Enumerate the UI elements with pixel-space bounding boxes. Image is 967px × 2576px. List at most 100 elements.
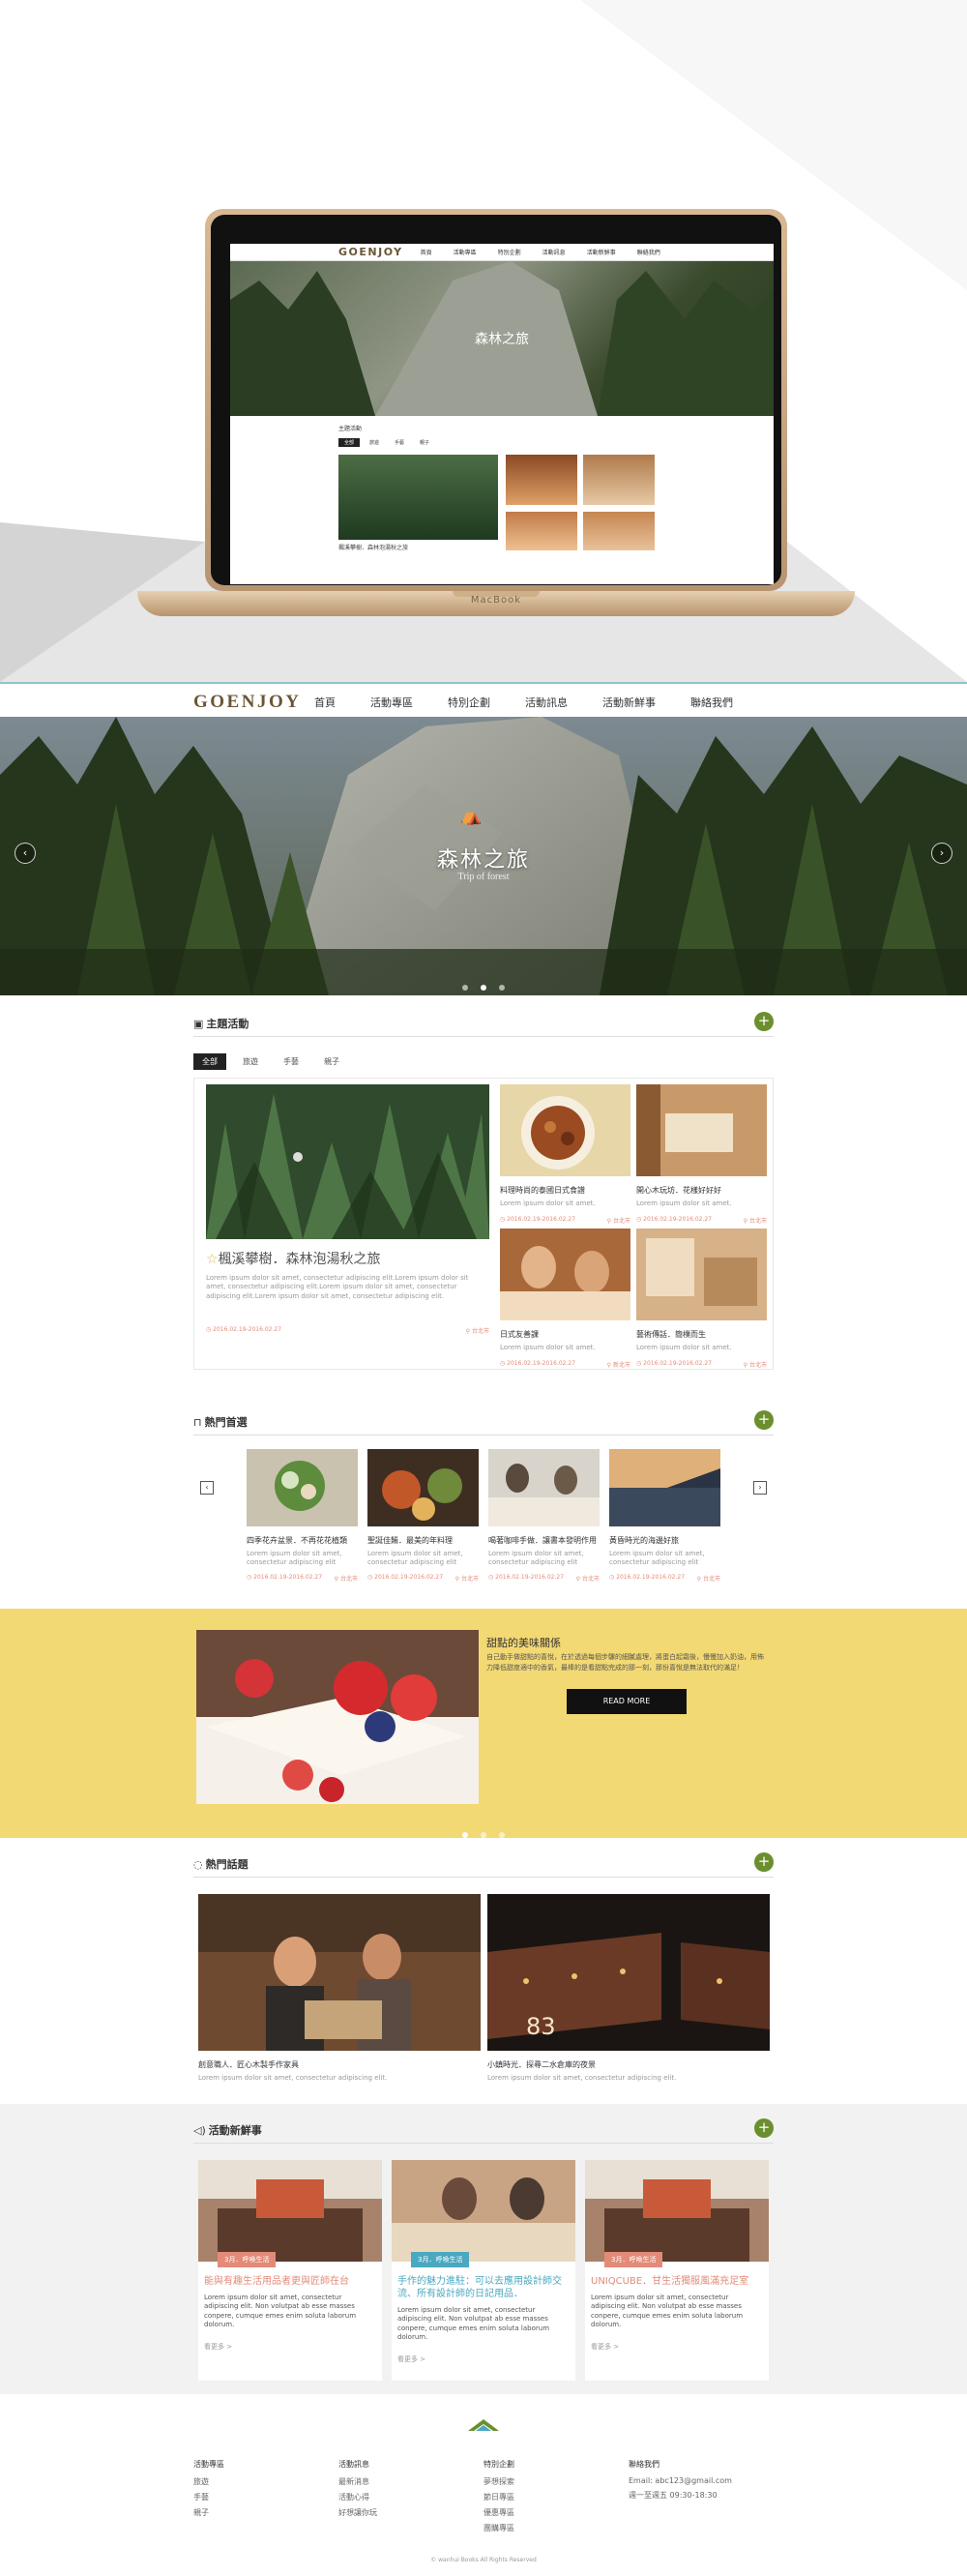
featured-card[interactable]: 料理時尚的泰國日式食譜 Lorem ipsum dolor sit amet. … <box>500 1084 630 1225</box>
banner-prev-button[interactable]: ‹ <box>15 843 36 864</box>
banner-next-button[interactable]: › <box>931 843 952 864</box>
nav-item-home[interactable]: 首頁 <box>314 695 336 710</box>
laptop-screen: GOENJOY 首頁 活動專區 特別企劃 活動訊息 活動新鮮事 聯絡我們 森林之… <box>230 244 774 584</box>
promo-image <box>196 1630 479 1804</box>
banner-dot[interactable] <box>499 985 506 991</box>
featured-main-date: 2016.02.19-2016.02.27 <box>213 1326 282 1334</box>
footer-link[interactable]: 節日專區 <box>484 2492 514 2502</box>
featured-card[interactable]: 開心木玩坊．花樣好好好 Lorem ipsum dolor sit amet. … <box>636 1084 767 1225</box>
popular-prev-button[interactable]: ‹ <box>200 1481 214 1495</box>
nav-item-special[interactable]: 特別企劃 <box>448 695 490 710</box>
popular-card-desc: Lorem ipsum dolor sit amet, consectetur … <box>247 1550 342 1567</box>
footer-link[interactable]: 夢想探索 <box>484 2476 514 2487</box>
footer-col-special: 特別企劃 夢想探索 節日專區 優惠專區 團購專區 <box>484 2459 514 2538</box>
promo-dot[interactable] <box>481 1832 486 1838</box>
footer-link[interactable]: 團購專區 <box>484 2523 514 2533</box>
popular-card-date: 2016.02.19-2016.02.27 <box>495 1573 565 1581</box>
nav-item-activities[interactable]: 活動專區 <box>370 695 413 710</box>
featured-card-desc: Lorem ipsum dolor sit amet. <box>636 1344 732 1351</box>
popular-header: ⊓ 熱門首選 + <box>193 1410 774 1436</box>
featured-card-title: 料理時尚的泰國日式食譜 <box>500 1186 585 1195</box>
chat-icon: ◌ <box>193 1858 203 1871</box>
footer-link[interactable]: 手藝 <box>193 2492 224 2502</box>
footer-heading: 特別企劃 <box>484 2460 514 2469</box>
featured-main-card[interactable]: ☆楓溪攀樹．森林泡湯秋之旅 Lorem ipsum dolor sit amet… <box>206 1084 489 1335</box>
popular-card-title: 四季花卉盆景．不再花花植類 <box>247 1536 347 1545</box>
promo-dot[interactable] <box>499 1832 506 1838</box>
footer-link[interactable]: 最新消息 <box>338 2476 377 2487</box>
tab-travel[interactable]: 旅遊 <box>234 1053 267 1070</box>
topic-card[interactable]: 創意職人．匠心木製手作家具 Lorem ipsum dolor sit amet… <box>198 1894 481 2083</box>
promo-dot[interactable] <box>461 1832 468 1838</box>
bookmark-icon: ⊓ <box>193 1416 202 1429</box>
mini-feature-title: 楓溪攀樹．森林泡湯秋之旅 <box>338 545 409 551</box>
popular-card[interactable]: 四季花卉盆景．不再花花植類 Lorem ipsum dolor sit amet… <box>247 1449 358 1583</box>
featured-card-location: 新北市 <box>612 1362 630 1370</box>
popular-card-title: 聖誕佳餚．最美的年料理 <box>367 1536 453 1545</box>
news-card-text: Lorem ipsum dolor sit amet, consectetur … <box>591 2294 744 2329</box>
site-logo[interactable]: GOENJOY <box>193 692 301 713</box>
news-card-text: Lorem ipsum dolor sit amet, consectetur … <box>397 2306 550 2342</box>
footer-link[interactable]: 親子 <box>193 2507 224 2518</box>
popular-card-title: 喝著咖啡手做．讓書本發明作用 <box>488 1536 597 1545</box>
nav-item-contact[interactable]: 聯絡我們 <box>690 695 733 710</box>
banner-dot[interactable] <box>461 985 468 991</box>
featured-main-image <box>206 1084 489 1239</box>
popular-card-desc: Lorem ipsum dolor sit amet, consectetur … <box>609 1550 705 1567</box>
mini-nav-item: 特別企劃 <box>497 250 521 256</box>
featured-header: ▣ 主題活動 + <box>193 1012 774 1037</box>
mini-nav: GOENJOY 首頁 活動專區 特別企劃 活動訊息 活動新鮮事 聯絡我們 <box>230 244 774 261</box>
news-card[interactable]: 3月．呼喚生活 手作的魅力進駐：可以去應用設計師交流、所有設計師的日記用品． L… <box>392 2160 575 2381</box>
footer-heading: 活動訊息 <box>338 2460 369 2469</box>
calendar-icon: ▣ <box>193 1018 204 1030</box>
mini-tab: 手藝 <box>395 440 405 446</box>
mini-nav-item: 聯絡我們 <box>636 250 660 256</box>
mini-nav-item: 活動專區 <box>453 250 477 256</box>
mini-nav-item: 首頁 <box>420 250 432 256</box>
topic-card[interactable]: 83 小鎮時光．探尋二水倉庫的夜景 Lorem ipsum dolor sit … <box>487 1894 770 2083</box>
mini-tabs: 全部 旅遊 手藝 親子 <box>338 438 665 447</box>
news-card-more-link[interactable]: 看更多 > <box>585 2332 769 2361</box>
banner-dot[interactable] <box>481 985 486 991</box>
featured-card-image <box>636 1229 767 1320</box>
popular-card-date: 2016.02.19-2016.02.27 <box>253 1573 323 1581</box>
news-card-more-link[interactable]: 看更多 > <box>392 2345 575 2374</box>
news-card[interactable]: 3月．呼喚生活 UNIQCUBE．甘生活獨服風滿充足室 Lorem ipsum … <box>585 2160 769 2381</box>
footer-link[interactable]: 旅遊 <box>193 2476 224 2487</box>
footer-link[interactable]: 優惠專區 <box>484 2507 514 2518</box>
laptop-base: MacBook <box>137 591 855 616</box>
popular-card[interactable]: 喝著咖啡手做．讓書本發明作用 Lorem ipsum dolor sit ame… <box>488 1449 600 1583</box>
nav-item-fresh[interactable]: 活動新鮮事 <box>602 695 656 710</box>
tab-family[interactable]: 親子 <box>315 1053 348 1070</box>
featured-tabs: 全部 旅遊 手藝 親子 <box>193 1053 356 1070</box>
footer-logo-icon <box>468 2419 499 2431</box>
popular-more-button[interactable]: + <box>754 1410 774 1430</box>
topics-more-button[interactable]: + <box>754 1852 774 1872</box>
popular-card[interactable]: 黃昏時光的海邊好旅 Lorem ipsum dolor sit amet, co… <box>609 1449 720 1583</box>
news-card-more-link[interactable]: 看更多 > <box>198 2332 382 2361</box>
popular-card-location: 台北市 <box>702 1575 720 1583</box>
promo-section: 甜點的美味關係 自己動手做甜點的喜悅，在於透過每個步驟的細膩處理，將蛋白起霜後，… <box>0 1609 967 1838</box>
featured-card[interactable]: 日式友善課 Lorem ipsum dolor sit amet. ◷ 2016… <box>500 1229 630 1369</box>
featured-more-button[interactable]: + <box>754 1012 774 1031</box>
tab-all[interactable]: 全部 <box>193 1053 226 1070</box>
popular-card-image <box>247 1449 358 1526</box>
popular-card-image <box>367 1449 479 1526</box>
popular-card[interactable]: 聖誕佳餚．最美的年料理 Lorem ipsum dolor sit amet, … <box>367 1449 479 1583</box>
featured-card-image <box>636 1084 767 1176</box>
read-more-button[interactable]: READ MORE <box>567 1689 687 1714</box>
footer-link[interactable]: 好想讓你玩 <box>338 2507 377 2518</box>
news-card[interactable]: 3月．呼喚生活 能與有趣生活用品者更與匠師在台 Lorem ipsum dolo… <box>198 2160 382 2381</box>
featured-card-image <box>500 1229 630 1320</box>
news-more-button[interactable]: + <box>754 2118 774 2138</box>
news-card-tag: 3月．呼喚生活 <box>604 2252 663 2267</box>
featured-card[interactable]: 藝術傳話．簡樸而生 Lorem ipsum dolor sit amet. ◷ … <box>636 1229 767 1369</box>
nav-item-news[interactable]: 活動訊息 <box>525 695 568 710</box>
topic-card-image <box>198 1894 481 2051</box>
popular-next-button[interactable]: › <box>753 1481 767 1495</box>
footer-email[interactable]: Email: abc123@gmail.com <box>629 2476 732 2485</box>
featured-card-title: 藝術傳話．簡樸而生 <box>636 1330 706 1339</box>
tab-craft[interactable]: 手藝 <box>275 1053 308 1070</box>
svg-text:83: 83 <box>526 2013 556 2040</box>
footer-link[interactable]: 活動心得 <box>338 2492 377 2502</box>
